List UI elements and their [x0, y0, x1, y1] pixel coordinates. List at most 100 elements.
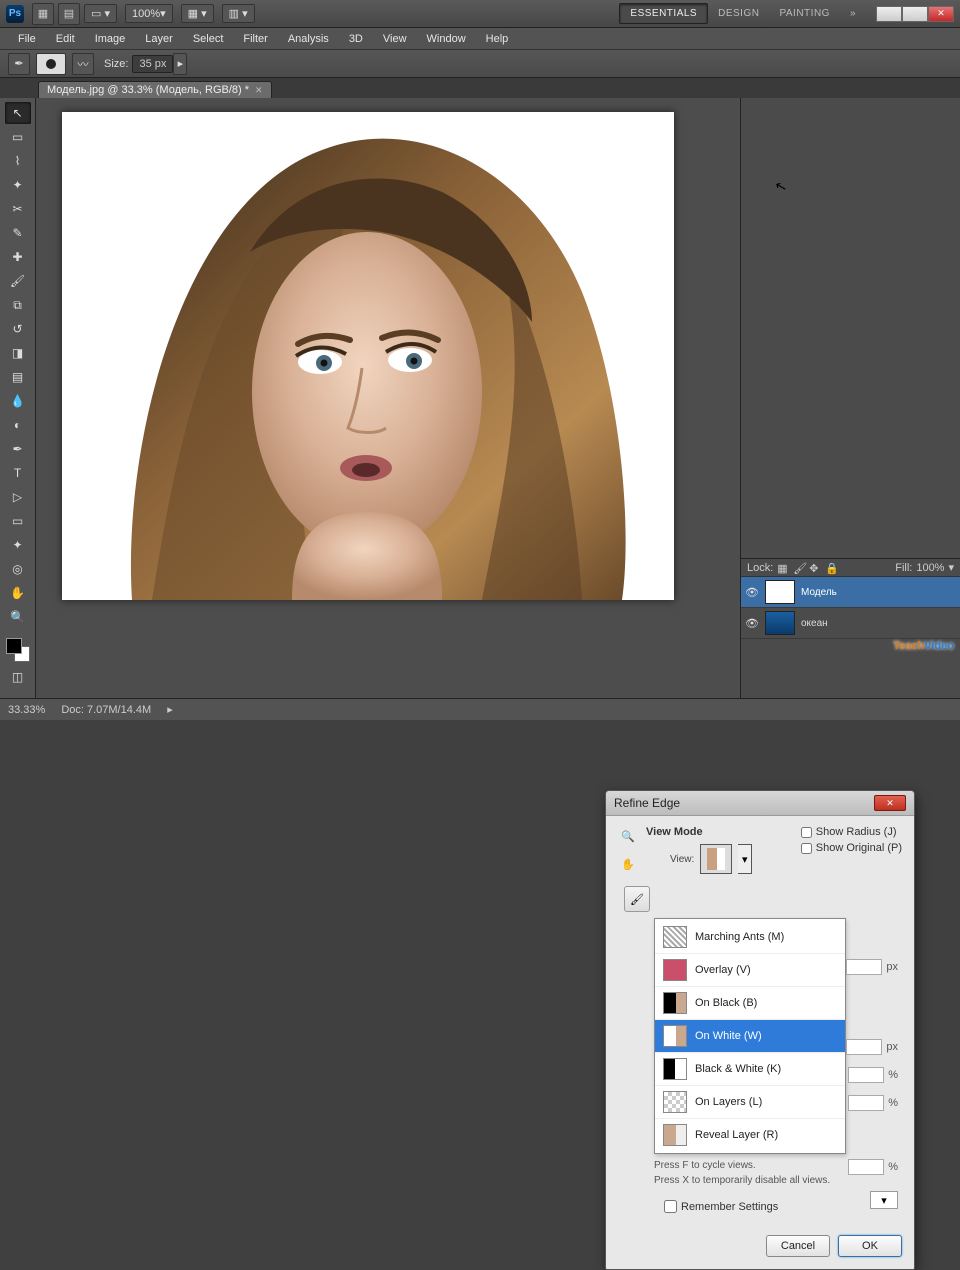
menu-filter[interactable]: Filter: [233, 30, 277, 48]
minibridge-icon[interactable]: ▤: [58, 3, 80, 25]
show-original-checkbox[interactable]: Show Original (P): [801, 842, 902, 854]
document-tab[interactable]: Модель.jpg @ 33.3% (Модель, RGB/8) * ✕: [38, 81, 272, 98]
view-option-marching-ants[interactable]: Marching Ants (M): [655, 921, 845, 954]
size-label: Size:: [104, 58, 128, 70]
menu-help[interactable]: Help: [476, 30, 519, 48]
view-thumbnail[interactable]: [700, 844, 732, 874]
app-bar: Ps ▦ ▤ ▭ ▾ 100% ▾ ▦ ▾ ▥ ▾ ESSENTIALS DES…: [0, 0, 960, 28]
menu-file[interactable]: File: [8, 30, 46, 48]
brush-preview[interactable]: [36, 53, 66, 75]
brush-settings-icon[interactable]: 〰: [72, 53, 94, 75]
stamp-tool-icon[interactable]: ⧉: [5, 294, 31, 316]
path-select-tool-icon[interactable]: ▷: [5, 486, 31, 508]
view-option-on-black[interactable]: On Black (B): [655, 987, 845, 1020]
visibility-icon[interactable]: 👁: [745, 586, 759, 599]
fill-label: Fill:: [895, 562, 912, 574]
lock-all-icon[interactable]: 🔒: [825, 562, 837, 574]
view-option-black-white[interactable]: Black & White (K): [655, 1053, 845, 1086]
color-swatches[interactable]: [4, 636, 32, 664]
size-field[interactable]: 35 px: [132, 55, 173, 73]
workspace-design[interactable]: DESIGN: [708, 4, 769, 23]
current-tool-icon[interactable]: ✒: [8, 53, 30, 75]
lock-transparent-icon[interactable]: ▦: [777, 562, 789, 574]
refine-radius-tool-icon[interactable]: 🖌: [624, 886, 650, 912]
workspace-essentials[interactable]: ESSENTIALS: [619, 3, 708, 24]
dodge-tool-icon[interactable]: ◐: [5, 414, 31, 436]
workspace-more-icon[interactable]: »: [840, 4, 866, 23]
gradient-tool-icon[interactable]: ▤: [5, 366, 31, 388]
menu-image[interactable]: Image: [85, 30, 136, 48]
status-arrow-icon[interactable]: ▸: [167, 703, 173, 716]
marquee-tool-icon[interactable]: ▭: [5, 126, 31, 148]
view-option-reveal-layer[interactable]: Reveal Layer (R): [655, 1119, 845, 1151]
shift-edge-field[interactable]: %: [848, 1159, 898, 1175]
view-option-on-white[interactable]: On White (W): [655, 1020, 845, 1053]
healing-tool-icon[interactable]: ✚: [5, 246, 31, 268]
shape-tool-icon[interactable]: ▭: [5, 510, 31, 532]
layer-row-model[interactable]: 👁 Модель: [741, 577, 960, 608]
screen-mode-dropdown[interactable]: ▭ ▾: [84, 4, 117, 23]
minimize-button[interactable]: —: [876, 6, 902, 22]
feather-field[interactable]: %: [848, 1067, 898, 1083]
arrange-docs-dropdown[interactable]: ▦ ▾: [181, 4, 214, 23]
menu-analysis[interactable]: Analysis: [278, 30, 339, 48]
view-dropdown-button[interactable]: ▾: [738, 844, 752, 874]
dialog-title: Refine Edge: [614, 796, 874, 810]
remember-settings-checkbox[interactable]: Remember Settings: [664, 1200, 902, 1213]
canvas-area[interactable]: [36, 98, 740, 698]
menu-select[interactable]: Select: [183, 30, 234, 48]
hand-tool-icon[interactable]: ✋: [618, 854, 638, 874]
close-app-button[interactable]: ✕: [928, 6, 954, 22]
3d-camera-tool-icon[interactable]: ◎: [5, 558, 31, 580]
dialog-close-button[interactable]: ✕: [874, 795, 906, 811]
cancel-button[interactable]: Cancel: [766, 1235, 830, 1257]
quick-select-tool-icon[interactable]: ✦: [5, 174, 31, 196]
bridge-icon[interactable]: ▦: [32, 3, 54, 25]
contrast-field[interactable]: %: [848, 1095, 898, 1111]
3d-tool-icon[interactable]: ✦: [5, 534, 31, 556]
eyedropper-tool-icon[interactable]: ✎: [5, 222, 31, 244]
zoom-tool-icon[interactable]: 🔍: [5, 606, 31, 628]
view-option-overlay[interactable]: Overlay (V): [655, 954, 845, 987]
zoom-level-dropdown[interactable]: 100% ▾: [125, 4, 173, 23]
size-slider-icon[interactable]: ▸: [173, 53, 187, 75]
document-tab-label: Модель.jpg @ 33.3% (Модель, RGB/8) *: [47, 84, 249, 96]
lasso-tool-icon[interactable]: ⌇: [5, 150, 31, 172]
crop-tool-icon[interactable]: ✂: [5, 198, 31, 220]
quick-mask-icon[interactable]: ◫: [5, 666, 31, 688]
visibility-icon[interactable]: 👁: [745, 617, 759, 630]
brush-tool-icon[interactable]: 🖌: [5, 270, 31, 292]
menu-edit[interactable]: Edit: [46, 30, 85, 48]
fill-dropdown-icon[interactable]: ▾: [948, 561, 954, 574]
menu-window[interactable]: Window: [417, 30, 476, 48]
pen-tool-icon[interactable]: ✒: [5, 438, 31, 460]
menu-layer[interactable]: Layer: [135, 30, 183, 48]
close-tab-icon[interactable]: ✕: [255, 85, 263, 96]
workspace-painting[interactable]: PAINTING: [769, 4, 839, 23]
lock-pixels-icon[interactable]: 🖌: [793, 562, 805, 574]
ps-logo-icon: Ps: [6, 5, 24, 23]
hand-tool-icon[interactable]: ✋: [5, 582, 31, 604]
dialog-titlebar[interactable]: Refine Edge ✕: [606, 791, 914, 816]
show-radius-checkbox[interactable]: Show Radius (J): [801, 826, 902, 838]
type-tool-icon[interactable]: T: [5, 462, 31, 484]
menu-3d[interactable]: 3D: [339, 30, 373, 48]
menu-view[interactable]: View: [373, 30, 417, 48]
fill-value[interactable]: 100%: [916, 562, 944, 574]
options-bar: ✒ 〰 Size: 35 px ▸: [0, 50, 960, 78]
ok-button[interactable]: OK: [838, 1235, 902, 1257]
status-zoom[interactable]: 33.33%: [8, 704, 45, 716]
maximize-button[interactable]: ▢: [902, 6, 928, 22]
view-option-on-layers[interactable]: On Layers (L): [655, 1086, 845, 1119]
zoom-tool-icon[interactable]: 🔍: [618, 826, 638, 846]
lock-position-icon[interactable]: ✥: [809, 562, 821, 574]
move-tool-icon[interactable]: ↖: [5, 102, 31, 124]
blur-tool-icon[interactable]: 💧: [5, 390, 31, 412]
smooth-field[interactable]: px: [846, 1039, 898, 1055]
history-brush-tool-icon[interactable]: ↺: [5, 318, 31, 340]
extras-dropdown[interactable]: ▥ ▾: [222, 4, 255, 23]
eraser-tool-icon[interactable]: ◨: [5, 342, 31, 364]
output-dropdown-icon[interactable]: ▾: [870, 1191, 898, 1209]
radius-field[interactable]: px: [846, 959, 898, 975]
document-canvas[interactable]: [62, 112, 674, 600]
